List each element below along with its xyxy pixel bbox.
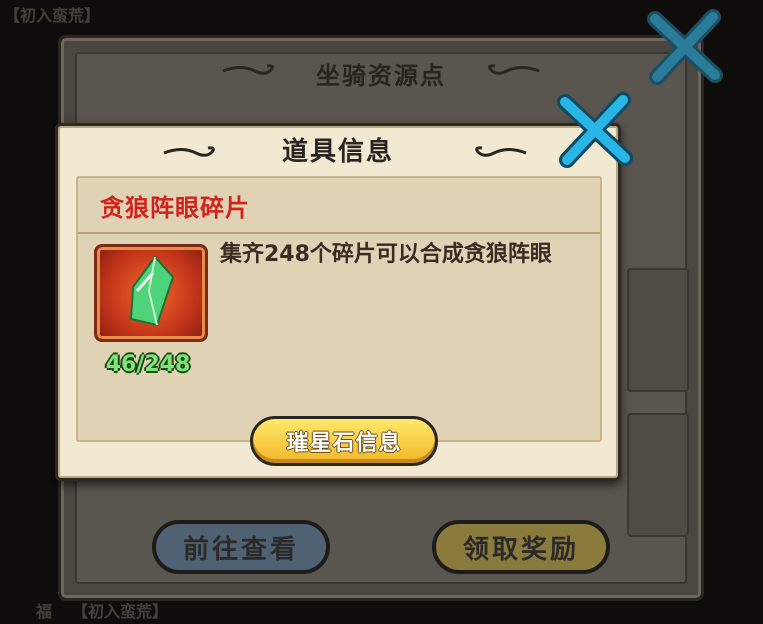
resource-panel-title: 坐骑资源点: [316, 62, 446, 90]
resource-slot-right-bottom: [627, 413, 689, 537]
dialog-ornament-right-icon: [475, 146, 527, 157]
item-description: 集齐248个碎片可以合成贪狼阵眼: [220, 242, 552, 267]
close-icon[interactable]: [553, 88, 637, 172]
background-label-bottom-prefix: 福: [36, 602, 53, 621]
close-icon[interactable]: [643, 5, 727, 89]
item-icon-frame[interactable]: [94, 244, 208, 342]
star-stone-info-button[interactable]: 璀星石信息: [250, 416, 438, 466]
background-label-top: 【初入蛮荒】: [4, 6, 101, 25]
background-label-bottom: 【初入蛮荒】: [72, 602, 169, 621]
claim-reward-button[interactable]: 领取奖励: [432, 520, 610, 574]
green-crystal-icon: [129, 255, 175, 327]
dialog-title: 道具信息: [281, 137, 394, 167]
item-name: 贪狼阵眼碎片: [100, 194, 250, 222]
title-ornament-right-icon: [488, 64, 540, 75]
item-count: 46/248: [105, 352, 191, 377]
item-name-bar: 贪狼阵眼碎片: [78, 178, 600, 234]
resource-slot-right-top: [627, 268, 689, 392]
dialog-body: 贪狼阵眼碎片 46/248 集齐248个碎片可以合成贪狼阵眼: [76, 176, 602, 442]
goto-view-button[interactable]: 前往查看: [152, 520, 330, 574]
